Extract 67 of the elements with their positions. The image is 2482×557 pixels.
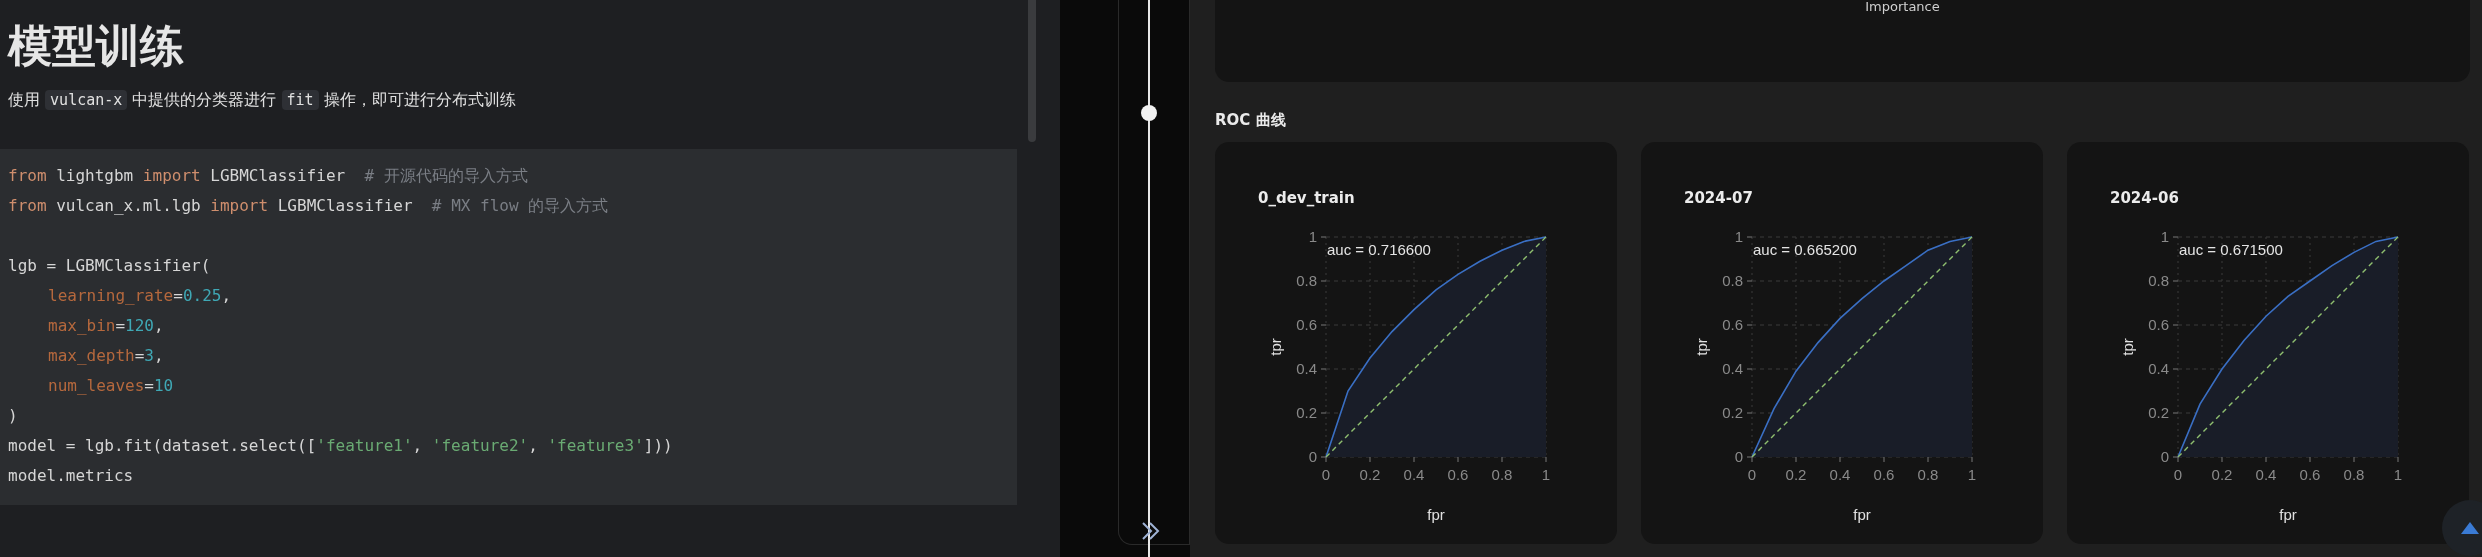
axis-tick-label: 0 xyxy=(1747,466,1757,483)
axis-tick-label: 0.8 xyxy=(2343,466,2365,483)
chart-title: 2024-07 xyxy=(1684,188,1754,208)
splitter-handle[interactable] xyxy=(1141,105,1157,121)
axis-tick-label: 0.2 xyxy=(2148,404,2169,421)
x-axis-label: fpr xyxy=(2279,506,2297,523)
code-line: ) xyxy=(8,405,18,427)
code-line: num_leaves=10 xyxy=(47,375,174,397)
section-heading: 模型训练 xyxy=(8,19,185,73)
scrollbar-thumb[interactable] xyxy=(1028,0,1036,142)
axis-tick-label: 0 xyxy=(1734,448,1743,465)
axis-tick-label: 0.6 xyxy=(2299,466,2321,483)
axis-tick-label: 0.2 xyxy=(1296,404,1317,421)
code-line: from lightgbm import LGBMClassifier # 开源代码的导入方式 xyxy=(8,165,528,187)
axis-tick-label: 0 xyxy=(1308,448,1317,465)
axis-tick-label: 1 xyxy=(1734,228,1743,245)
axis-tick-label: 0.8 xyxy=(1722,272,1743,289)
x-axis-label: fpr xyxy=(1853,506,1871,523)
y-axis-label: tpr xyxy=(2119,338,2136,356)
scroll-to-top-button[interactable] xyxy=(2442,500,2482,556)
axis-tick-label: 0.8 xyxy=(1491,466,1513,483)
auc-annotation: auc = 0.665200 xyxy=(1753,241,1857,258)
up-triangle-icon xyxy=(2461,522,2479,534)
axis-tick-label: 1 xyxy=(1308,228,1317,245)
axis-tick-label: 0 xyxy=(2160,448,2169,465)
double-chevron-icon[interactable] xyxy=(1140,520,1162,542)
auc-annotation: auc = 0.671500 xyxy=(2179,241,2283,258)
y-axis-label: tpr xyxy=(1693,338,1710,356)
axis-tick-label: 0.8 xyxy=(1296,272,1317,289)
auc-annotation: auc = 0.716600 xyxy=(1327,241,1431,258)
axis-tick-label: 0.8 xyxy=(1917,466,1939,483)
description-text: 使用 vulcan-x 中提供的分类器进行 fit 操作，即可进行分布式训练 xyxy=(8,89,517,112)
axis-tick-label: 0 xyxy=(1321,466,1331,483)
axis-tick-label: 0.6 xyxy=(1722,316,1743,333)
chart-title: 2024-06 xyxy=(2110,188,2180,208)
axis-tick-label: 1 xyxy=(2393,466,2403,483)
code-line: lgb = LGBMClassifier( xyxy=(8,255,211,277)
chart-title: 0_dev_train xyxy=(1258,188,1356,208)
code-line: model = lgb.fit(dataset.select(['feature1', 'feature2', 'feature3'])) xyxy=(8,435,673,457)
axis-tick-label: 0.6 xyxy=(2148,316,2169,333)
axis-tick-label: 0.4 xyxy=(1722,360,1743,377)
axis-tick-label: 0.4 xyxy=(2255,466,2277,483)
axis-tick-label: 0.4 xyxy=(1403,466,1425,483)
axis-tick-label: 0.4 xyxy=(2148,360,2169,377)
axis-tick-label: 1 xyxy=(1967,466,1977,483)
x-axis-label: fpr xyxy=(1427,506,1445,523)
axis-tick-label: 0.6 xyxy=(1873,466,1895,483)
code-line: learning_rate=0.25, xyxy=(47,285,232,307)
code-line: max_depth=3, xyxy=(47,345,164,367)
axis-tick-label: 0.2 xyxy=(1722,404,1743,421)
code-line: max_bin=120, xyxy=(47,315,164,337)
axis-tick-label: 0.4 xyxy=(1829,466,1851,483)
y-axis-label: tpr xyxy=(1267,338,1284,356)
axis-tick-label: 0 xyxy=(2173,466,2183,483)
axis-tick-label: 0.6 xyxy=(1447,466,1469,483)
axis-label: Importance xyxy=(1865,0,1940,16)
section-title: ROC 曲线 xyxy=(1215,110,1287,130)
axis-tick-label: 0.8 xyxy=(2148,272,2169,289)
axis-tick-label: 0.6 xyxy=(1296,316,1317,333)
axis-tick-label: 0.2 xyxy=(1785,466,1807,483)
axis-tick-label: 1 xyxy=(2160,228,2169,245)
code-line: model.metrics xyxy=(8,465,134,487)
axis-tick-label: 0.2 xyxy=(2211,466,2233,483)
axis-tick-label: 0.2 xyxy=(1359,466,1381,483)
axis-tick-label: 1 xyxy=(1541,466,1551,483)
axis-tick-label: 0.4 xyxy=(1296,360,1317,377)
code-line: from vulcan_x.ml.lgb import LGBMClassifier # MX flow 的导入方式 xyxy=(8,195,609,217)
